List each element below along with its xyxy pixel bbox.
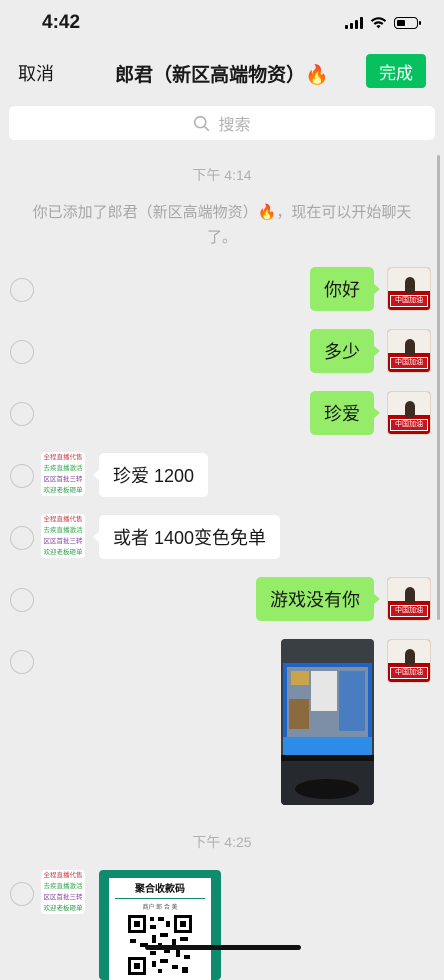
qr-subtitle: 商户 郎 合 美	[142, 905, 178, 911]
timestamp: 下午 4:25	[192, 834, 252, 850]
scrollbar[interactable]	[437, 155, 440, 620]
select-checkbox[interactable]	[10, 278, 34, 302]
contact-avatar[interactable]: 全程直播代售 去疾直播激活 区区首批三转 欢迎老板砸单	[41, 514, 85, 558]
contact-avatar[interactable]: 全程直播代售 去疾直播激活 区区首批三转 欢迎老板砸单	[41, 452, 85, 496]
battery-icon	[394, 16, 421, 29]
message-bubble[interactable]: 珍爱	[310, 391, 380, 435]
status-icons	[345, 16, 421, 29]
select-checkbox[interactable]	[10, 526, 34, 550]
select-checkbox[interactable]	[10, 464, 34, 488]
avatar-line: 欢迎老板砸单	[43, 549, 83, 556]
self-avatar[interactable]: 中国加油	[387, 577, 431, 621]
search-icon	[194, 115, 210, 131]
self-avatar[interactable]: 中国加油	[387, 391, 431, 435]
avatar-line: 欢迎老板砸单	[43, 487, 83, 494]
self-avatar[interactable]: 中国加油	[387, 329, 431, 373]
status-time: 4:42	[42, 12, 81, 33]
avatar-line: 全程直播代售	[43, 454, 83, 461]
status-bar: 4:42	[0, 0, 444, 48]
avatar-text: 中国加油	[390, 667, 428, 679]
avatar-text: 中国加油	[390, 419, 428, 431]
qr-code-message[interactable]: 聚合收款码 商户 郎 合 美	[99, 870, 221, 980]
search-placeholder: 搜索	[218, 117, 251, 134]
cellular-signal-icon	[345, 16, 363, 29]
message-bubble[interactable]: 游戏没有你	[256, 577, 380, 621]
qr-title: 聚合收款码	[135, 884, 185, 895]
avatar-line: 全程直播代售	[43, 872, 83, 879]
select-checkbox[interactable]	[10, 588, 34, 612]
select-checkbox[interactable]	[10, 340, 34, 364]
nav-bar: 取消 郎君（新区高端物资）🔥 完成	[0, 52, 444, 92]
search-input[interactable]: 搜索	[9, 106, 435, 140]
avatar-line: 去疾直播激活	[43, 527, 83, 534]
avatar-line: 欢迎老板砸单	[43, 905, 83, 912]
photo-message[interactable]	[281, 639, 374, 805]
select-checkbox[interactable]	[10, 650, 34, 674]
self-avatar[interactable]: 中国加油	[387, 639, 431, 683]
home-indicator[interactable]	[145, 945, 301, 950]
avatar-line: 全程直播代售	[43, 516, 83, 523]
avatar-text: 中国加油	[390, 605, 428, 617]
avatar-line: 去疾直播激活	[43, 883, 83, 890]
avatar-line: 去疾直播激活	[43, 465, 83, 472]
select-checkbox[interactable]	[10, 402, 34, 426]
avatar-text: 中国加油	[390, 357, 428, 369]
system-message: 你已添加了郎君（新区高端物资）🔥，现在可以开始聊天了。	[32, 204, 412, 246]
avatar-line: 区区首批三转	[43, 894, 83, 901]
message-bubble[interactable]: 珍爱 1200	[92, 453, 209, 497]
avatar-line: 区区首批三转	[43, 476, 83, 483]
message-bubble[interactable]: 你好	[310, 267, 380, 311]
message-bubble[interactable]: 或者 1400变色免单	[92, 515, 281, 559]
wifi-icon	[370, 17, 387, 29]
avatar-line: 区区首批三转	[43, 538, 83, 545]
avatar-text: 中国加油	[390, 295, 428, 307]
qr-card-inner: 聚合收款码 商户 郎 合 美	[109, 878, 211, 980]
self-avatar[interactable]: 中国加油	[387, 267, 431, 311]
contact-avatar[interactable]: 全程直播代售 去疾直播激活 区区首批三转 欢迎老板砸单	[41, 870, 85, 914]
timestamp: 下午 4:14	[192, 167, 252, 183]
photo-image	[281, 639, 374, 805]
message-bubble[interactable]: 多少	[310, 329, 380, 373]
select-checkbox[interactable]	[10, 882, 34, 906]
done-button[interactable]: 完成	[366, 54, 426, 88]
